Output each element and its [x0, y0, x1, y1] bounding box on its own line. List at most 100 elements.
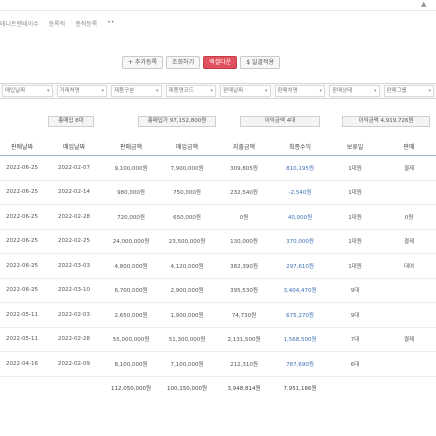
table-cell: 8,100,000원 [104, 351, 158, 377]
filter-sale-date[interactable]: 판매날짜 ▾ [220, 85, 271, 97]
add-button[interactable]: + 추가등록 [122, 55, 164, 69]
table-cell: 2022-05-11 [0, 327, 44, 352]
table-cell: 1대원 [328, 155, 382, 181]
breadcrumb-item[interactable]: •• [107, 19, 114, 31]
table-cell: 2022-02-09 [44, 351, 104, 377]
table-cell: 7대 [328, 327, 382, 352]
table-cell [382, 180, 436, 205]
column-header[interactable]: 판매날짜 [0, 137, 44, 156]
table-cell: 9대 [328, 302, 382, 328]
filter-bar: 매입날짜 ▾ 거래처명 ▾ 제품구분 ▾ 제품명코드 ▾ 판매날짜 ▾ 판매처명 ▾ 판매상… [0, 83, 436, 99]
table-cell: 2,900,000원 [158, 278, 216, 303]
breadcrumb: 테니트렌테이수 동록적 종적등록 •• [0, 19, 114, 31]
total-cell [328, 375, 382, 399]
table-cell: 2022-06-25 [0, 253, 44, 279]
table-cell: 24,000,000원 [104, 229, 158, 254]
table-cell: 130,000원 [216, 229, 272, 254]
table-cell: 2022-06-25 [0, 204, 44, 230]
table-row[interactable]: 2022-06-25 2022-02-28 720,000원 650,000원 0원 40… [0, 204, 436, 230]
filter-label: 제품구분 [114, 88, 135, 94]
table-cell: 3,404,470원 [272, 278, 328, 303]
table-cell: 787,690원 [272, 351, 328, 377]
table-cell: 7,100,000원 [158, 351, 216, 377]
table-cell: 74,730원 [216, 302, 272, 328]
chevron-down-icon: ▾ [373, 88, 377, 94]
total-cell: 3,948,814원 [216, 375, 272, 399]
table-row[interactable]: 2022-04-16 2022-02-09 8,100,000원 7,100,000원… [0, 351, 436, 377]
column-header[interactable]: 지출금액 [216, 137, 272, 156]
table-cell: 1,900,000원 [158, 302, 216, 328]
table-cell [382, 302, 436, 328]
filter-label: 판매상태 [332, 88, 353, 94]
table-row[interactable]: 2022-06-25 2022-03-03 4,800,000원 4,120,000원… [0, 253, 436, 279]
table-row[interactable]: 2022-05-11 2022-02-03 2,650,000원 1,900,000원… [0, 302, 436, 328]
chevron-down-icon: ▾ [155, 88, 159, 94]
table-row[interactable]: 2022-05-11 2022-02-28 55,000,000원 51,300,00… [0, 327, 436, 352]
column-header[interactable]: 매입날짜 [44, 137, 104, 156]
table-cell: 2022-03-03 [44, 253, 104, 279]
table-cell: 2022-06-25 [0, 278, 44, 303]
table-cell: 1대원 [328, 229, 382, 254]
summary-profit-amount: 이익금액 4,919,726원 [342, 116, 430, 127]
table-cell: 40,000원 [272, 204, 328, 230]
table-cell: 309,805원 [216, 155, 272, 181]
table-cell: 23,500,000원 [158, 229, 216, 254]
search-button[interactable]: 조회하기 [166, 55, 201, 69]
filter-seller[interactable]: 판매처명 ▾ [274, 85, 325, 97]
table-cell: 750,000원 [158, 180, 216, 205]
summary-profit-count: 이익금액 4대 [240, 116, 320, 127]
table-cell: 결제 [382, 327, 436, 352]
filter-product-type[interactable]: 제품구분 ▾ [111, 85, 162, 97]
table-cell: 297,610원 [272, 253, 328, 279]
bulk-apply-button[interactable]: $ 일괄적용 [240, 55, 281, 69]
column-header[interactable]: 매입금액 [158, 137, 216, 156]
filter-vendor[interactable]: 거래처명 ▾ [56, 85, 107, 97]
table-cell: 4,120,000원 [158, 253, 216, 279]
table-cell: -2,540원 [272, 180, 328, 205]
filter-sale-status[interactable]: 판매상태 ▾ [329, 85, 380, 97]
menu-icon[interactable]: ▲ [421, 1, 428, 8]
table-cell: 212,310원 [216, 351, 272, 377]
table-cell: 650,000원 [158, 204, 216, 230]
table-cell: 0원 [382, 204, 436, 230]
table-cell: 2022-02-28 [44, 204, 104, 230]
table-row[interactable]: 2022-06-25 2022-02-14 980,000원 750,000원 232,… [0, 180, 436, 205]
table-row[interactable]: 2022-06-25 2022-02-07 9,100,000원 7,900,000원… [0, 155, 436, 181]
total-cell [44, 375, 104, 399]
table-cell: 2022-06-25 [0, 180, 44, 205]
chevron-down-icon: ▾ [101, 88, 104, 94]
table-cell: 9,100,000원 [104, 155, 158, 181]
filter-label: 판매그룹 [386, 88, 407, 94]
toolbar: + 추가등록 조회하기 엑셀다운 $ 일괄적용 [122, 55, 281, 69]
filter-product-code[interactable]: 제품명코드 ▾ [165, 85, 216, 97]
chevron-down-icon: ▾ [210, 88, 213, 94]
table-cell: 55,000,000원 [104, 327, 158, 352]
table-cell: 2022-02-28 [44, 327, 104, 352]
column-header[interactable]: 최종수익 [272, 137, 328, 156]
table-cell: 232,540원 [216, 180, 272, 205]
table-cell: 810,195원 [272, 155, 328, 181]
table-cell: 9대 [328, 278, 382, 303]
table-row[interactable]: 2022-06-25 2022-02-25 24,000,000원 23,500,00… [0, 229, 436, 254]
table-cell: 2022-04-16 [0, 351, 44, 377]
column-header[interactable]: 보류일 [328, 137, 382, 156]
breadcrumb-item[interactable]: 종적등록 [75, 19, 97, 31]
column-header[interactable]: 판매 [382, 137, 436, 156]
excel-download-button[interactable]: 엑셀다운 [203, 55, 238, 69]
table-cell: 6대 [328, 351, 382, 377]
column-header[interactable]: 판매금액 [104, 137, 158, 156]
filter-label: 판매처명 [277, 88, 298, 94]
breadcrumb-item[interactable]: 테니트렌테이수 [0, 19, 39, 31]
table-cell: 0원 [216, 204, 272, 230]
table-cell: 395,530원 [216, 278, 272, 303]
table-total-row: 112,050,000원 100,150,000원 3,948,814원 7,951,… [0, 375, 436, 399]
sales-table: 판매날짜 매입날짜 판매금액 매입금액 지출금액 최종수익 보류일 판매 202… [0, 137, 436, 399]
table-cell: 2022-06-25 [0, 155, 44, 181]
breadcrumb-item[interactable]: 동록적 [49, 19, 66, 31]
table-row[interactable]: 2022-06-25 2022-03-10 6,700,000원 2,900,000원… [0, 278, 436, 303]
table-cell: 6,700,000원 [104, 278, 158, 303]
top-bar: ▲ [0, 0, 436, 11]
filter-purchase-date[interactable]: 매입날짜 ▾ [2, 85, 53, 97]
table-cell: 4,800,000원 [104, 253, 158, 279]
filter-sale-group[interactable]: 판매그룹 ▾ [383, 85, 434, 97]
